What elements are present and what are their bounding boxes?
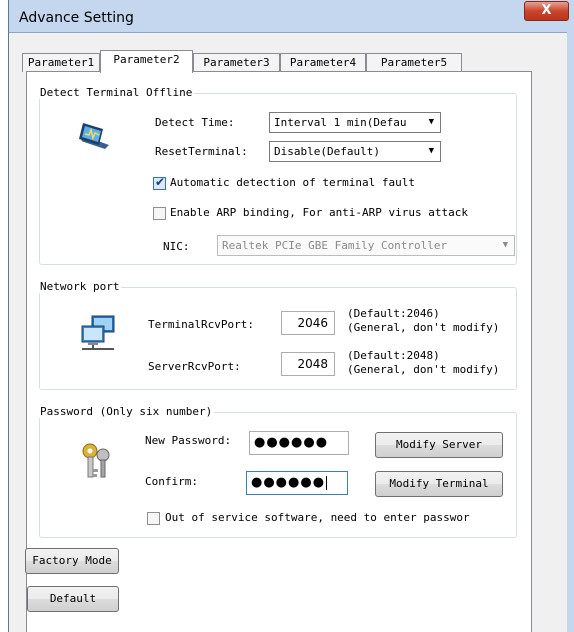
out-of-service-label[interactable]: Out of service software, need to enter p… — [165, 511, 470, 524]
terminal-rcv-port-field[interactable]: 2046 — [281, 311, 335, 335]
chevron-down-icon: ▼ — [428, 146, 434, 156]
detect-time-value: Interval 1 min(Defau — [274, 116, 407, 129]
tab-label: Parameter2 — [113, 53, 180, 66]
group-label: Password (Only six number) — [38, 405, 215, 418]
auto-detect-checkbox[interactable]: ✔ — [153, 175, 166, 190]
reset-terminal-label: ResetTerminal: — [155, 145, 248, 158]
group-label: Detect Terminal Offline — [38, 86, 195, 99]
tab-parameter4[interactable]: Parameter4 — [280, 53, 366, 72]
tab-label: Parameter5 — [380, 56, 448, 69]
out-of-service-checkbox[interactable] — [147, 512, 160, 525]
close-icon: X — [541, 3, 552, 18]
window-title: Advance Setting — [19, 10, 134, 26]
detect-time-label: Detect Time: — [155, 116, 235, 129]
network-computer-icon — [81, 315, 115, 350]
server-port-hint-default: (Default:2048) — [347, 349, 440, 362]
confirm-password-value: ●●●●●● — [251, 475, 326, 490]
auto-detect-label[interactable]: Automatic detection of terminal fault — [170, 176, 415, 189]
chevron-down-icon: ▼ — [502, 240, 508, 250]
tab-parameter3[interactable]: Parameter3 — [193, 53, 280, 72]
confirm-password-label: Confirm: — [145, 475, 198, 488]
tab-label: Parameter3 — [203, 56, 270, 69]
arp-binding-label[interactable]: Enable ARP binding, For anti-ARP virus a… — [170, 206, 468, 219]
tab-panel-parameter2: Detect Terminal Offline Detect Time: Int… — [25, 71, 532, 632]
modify-server-button[interactable]: Modify Server — [375, 432, 503, 458]
nic-dropdown: Realtek PCIe GBE Family Controller ▼ — [217, 235, 515, 256]
arp-binding-checkbox[interactable] — [153, 207, 166, 220]
server-rcv-port-field[interactable]: 2048 — [281, 352, 335, 376]
nic-label: NIC: — [163, 240, 190, 253]
server-port-hint-general: (General, don't modify) — [347, 363, 500, 376]
terminal-port-hint-default: (Default:2046) — [347, 307, 440, 320]
chevron-down-icon: ▼ — [428, 117, 434, 127]
tab-parameter1[interactable]: Parameter1 — [22, 53, 100, 72]
group-label: Network port — [38, 280, 122, 293]
tab-parameter2[interactable]: Parameter2 — [100, 50, 193, 73]
tab-parameter5[interactable]: Parameter5 — [366, 53, 462, 72]
title-bar[interactable]: Advance Setting X — [9, 0, 574, 32]
text-caret — [326, 475, 328, 490]
reset-terminal-value: Disable(Default) — [274, 145, 380, 158]
confirm-password-field[interactable]: ●●●●●● — [246, 471, 348, 495]
new-password-label: New Password: — [145, 434, 232, 447]
keys-icon — [82, 443, 110, 478]
detect-time-dropdown[interactable]: Interval 1 min(Defau ▼ — [269, 112, 441, 133]
default-button[interactable]: Default — [27, 586, 119, 612]
reset-terminal-dropdown[interactable]: Disable(Default) ▼ — [269, 141, 441, 162]
checkmark-icon: ✔ — [155, 175, 166, 189]
tab-label: Parameter1 — [27, 56, 95, 69]
terminal-monitor-icon — [79, 123, 109, 149]
server-rcv-port-label: ServerRcvPort: — [148, 360, 241, 373]
terminal-port-hint-general: (General, don't modify) — [347, 321, 500, 334]
new-password-field[interactable]: ●●●●●● — [249, 431, 349, 455]
terminal-rcv-port-label: TerminalRcvPort: — [148, 318, 254, 331]
modify-terminal-button[interactable]: Modify Terminal — [375, 471, 503, 497]
close-button[interactable]: X — [524, 1, 569, 21]
tab-label: Parameter4 — [289, 56, 357, 69]
nic-value: Realtek PCIe GBE Family Controller — [222, 239, 448, 252]
factory-mode-button[interactable]: Factory Mode — [25, 548, 119, 574]
